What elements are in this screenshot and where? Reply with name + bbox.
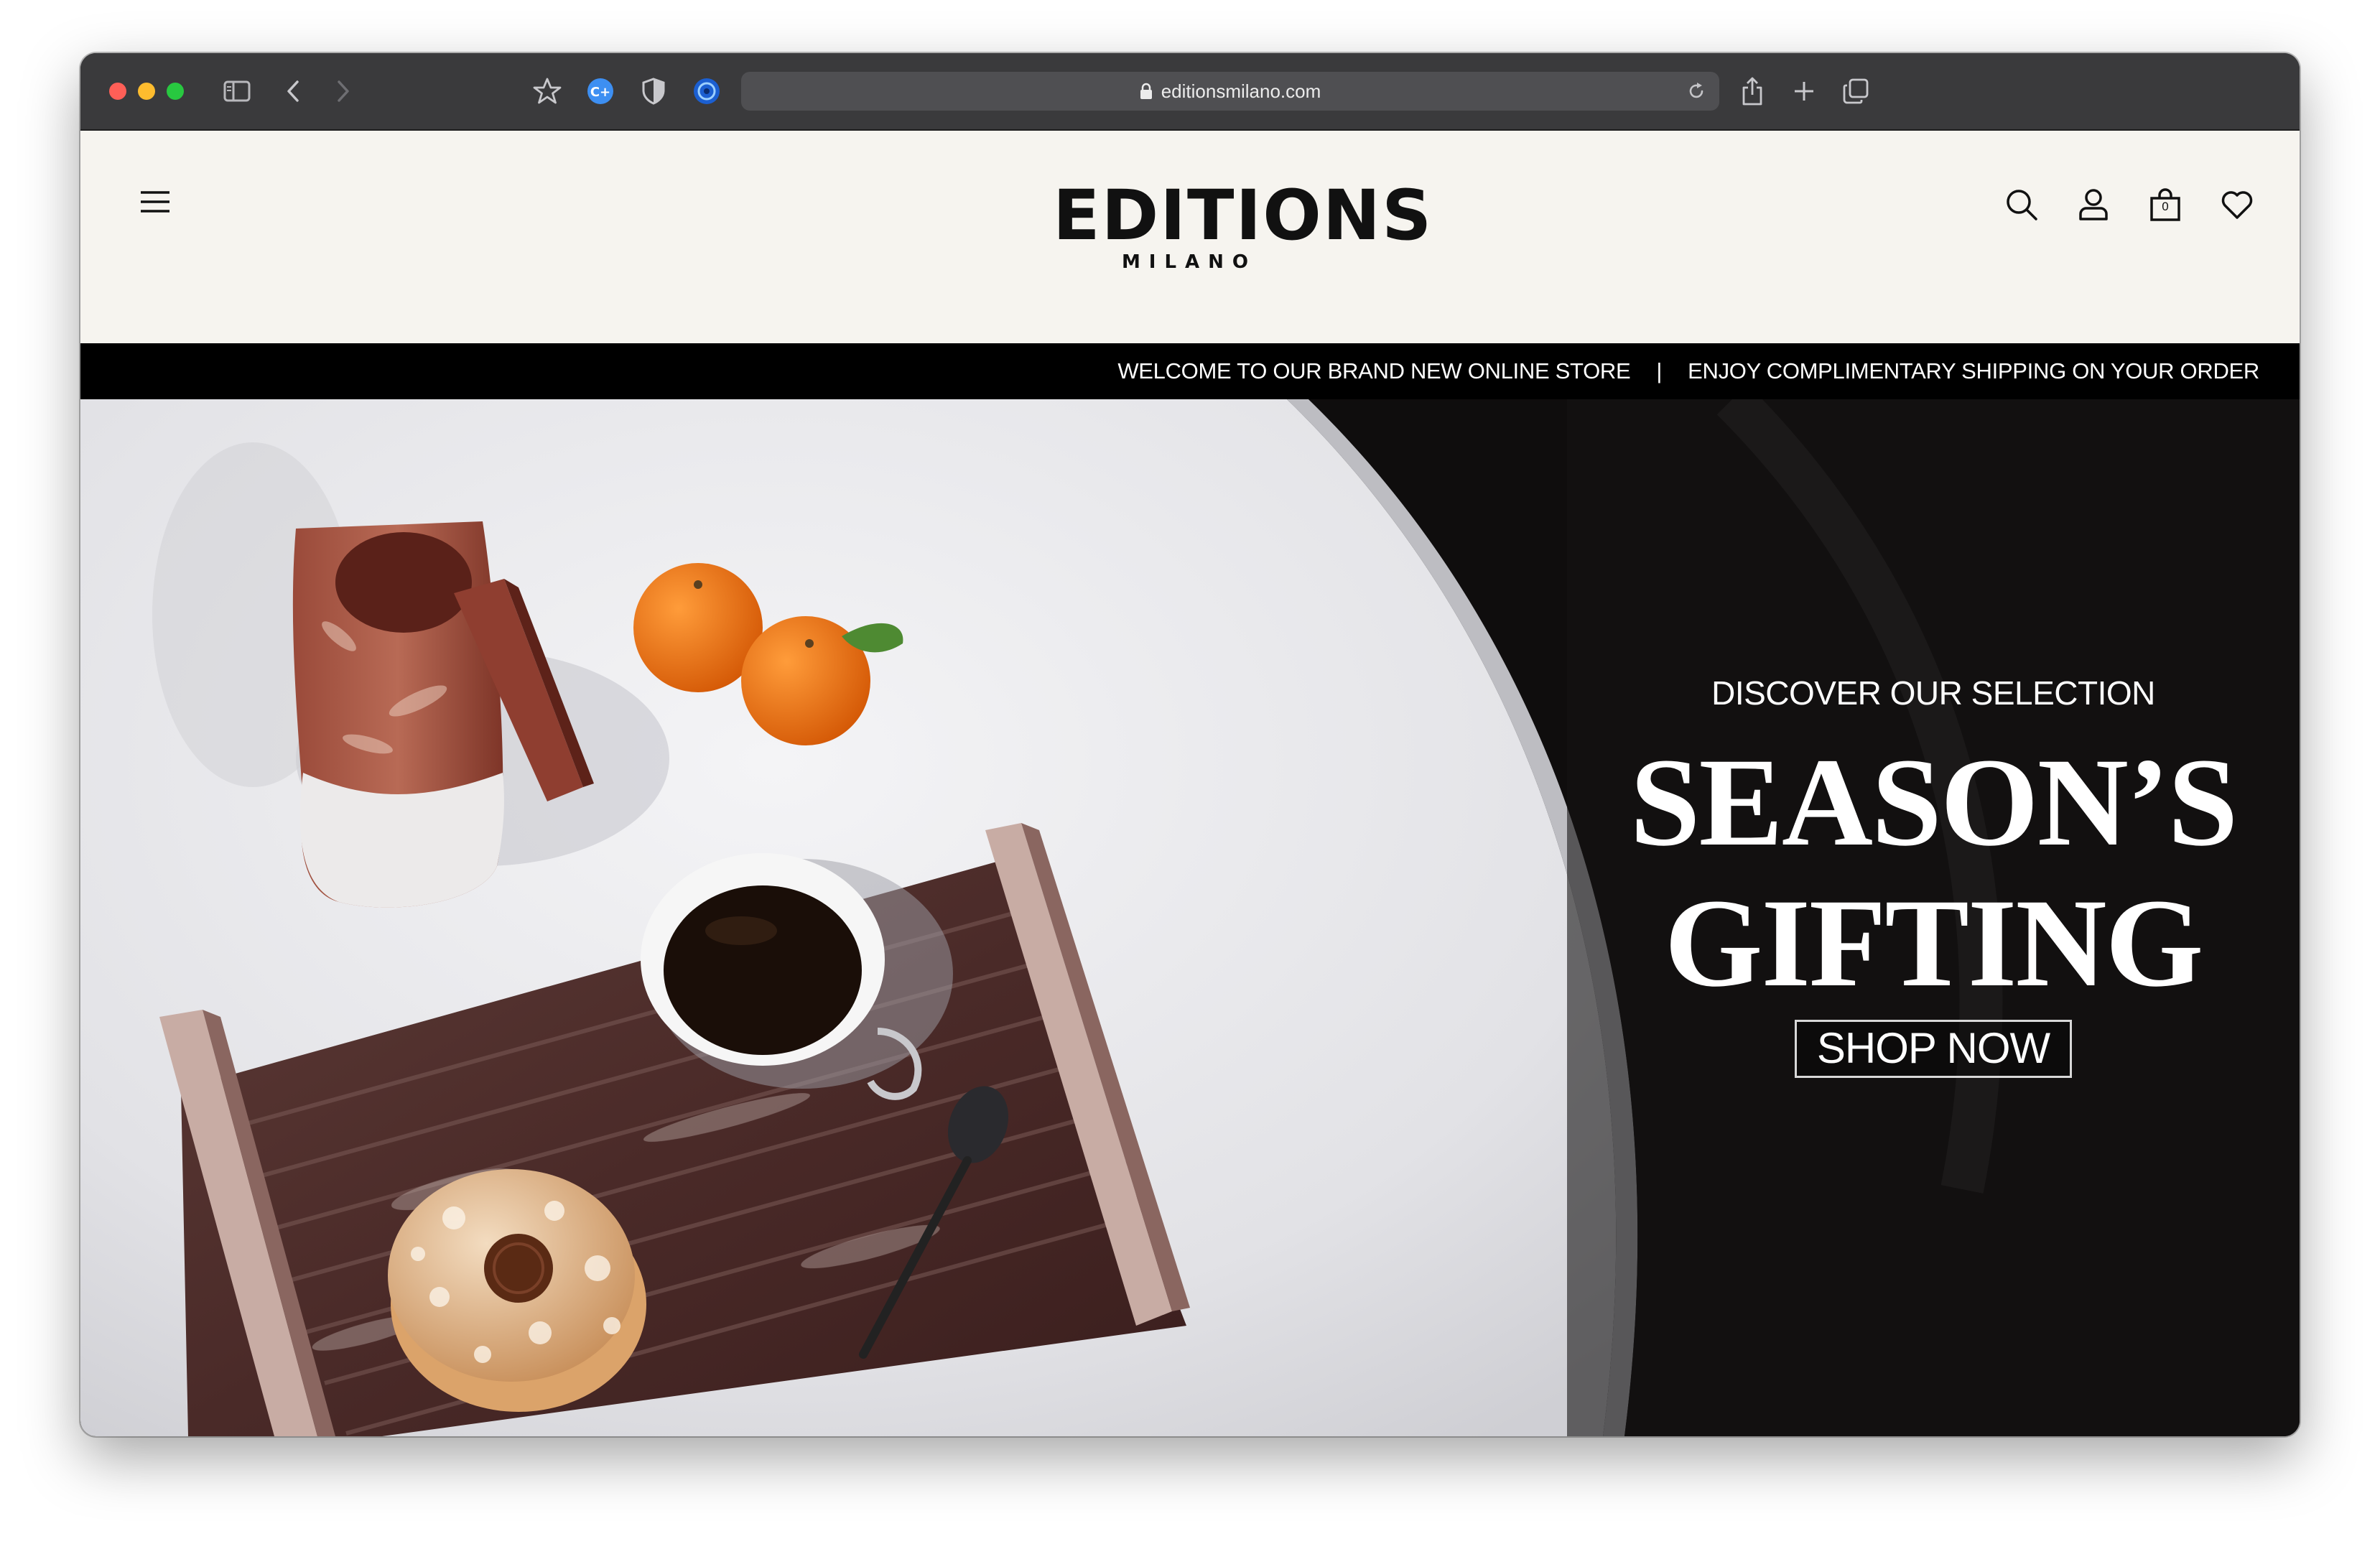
announcement-shipping: ENJOY COMPLIMENTARY SHIPPING ON YOUR ORD… (1688, 358, 2259, 383)
menu-icon[interactable] (139, 190, 171, 218)
svg-text:C+: C+ (590, 85, 610, 100)
reload-icon[interactable] (1686, 81, 1706, 106)
bookmark-star-icon[interactable] (531, 75, 563, 108)
hero-copy: DISCOVER OUR SELECTION SEASON’S GIFTING … (1603, 674, 2264, 1078)
back-icon[interactable] (280, 75, 306, 108)
search-icon[interactable] (2004, 187, 2040, 223)
forward-icon[interactable] (330, 75, 356, 108)
wishlist-heart-icon[interactable] (2219, 187, 2255, 223)
announcement-welcome: WELCOME TO OUR BRAND NEW ONLINE STORE (1117, 358, 1631, 383)
site-header: EDITIONS MILANO 0 (80, 131, 2300, 343)
browser-toolbar: C+ editionsmilano.com (80, 53, 2300, 131)
browser-window: C+ editionsmilano.com EDITIONS MILANO 0 … (80, 53, 2300, 1436)
extension-globe-icon[interactable] (691, 75, 722, 108)
announcement-bar: WELCOME TO OUR BRAND NEW ONLINE STORE | … (80, 343, 2300, 399)
shield-icon[interactable] (638, 75, 669, 108)
extension-c-icon[interactable]: C+ (585, 75, 616, 108)
shop-now-button[interactable]: SHOP NOW (1794, 1020, 2073, 1078)
address-bar[interactable]: editionsmilano.com (741, 72, 1719, 111)
brand-logo[interactable]: EDITIONS MILANO (1053, 175, 1433, 274)
hero-eyebrow: DISCOVER OUR SELECTION (1711, 674, 2155, 712)
url-text: editionsmilano.com (1161, 80, 1321, 102)
hero-title-line2: GIFTING (1664, 873, 2204, 1013)
lock-icon (1140, 83, 1153, 100)
account-icon[interactable] (2075, 187, 2111, 223)
announcement-separator: | (1656, 358, 1663, 383)
logo-wordmark: EDITIONS (1053, 175, 1433, 256)
cart-icon[interactable]: 0 (2147, 187, 2183, 223)
minimize-window-button[interactable] (138, 83, 155, 100)
sidebar-icon[interactable] (221, 75, 253, 108)
tabs-overview-icon[interactable] (1840, 75, 1872, 108)
cart-count: 0 (2162, 200, 2169, 213)
share-icon[interactable] (1737, 75, 1768, 108)
close-window-button[interactable] (109, 83, 126, 100)
hero-banner[interactable]: DISCOVER OUR SELECTION SEASON’S GIFTING … (80, 399, 2300, 1436)
new-tab-icon[interactable] (1788, 75, 1820, 108)
hero-title-line1: SEASON’S (1630, 733, 2239, 873)
zoom-window-button[interactable] (167, 83, 184, 100)
